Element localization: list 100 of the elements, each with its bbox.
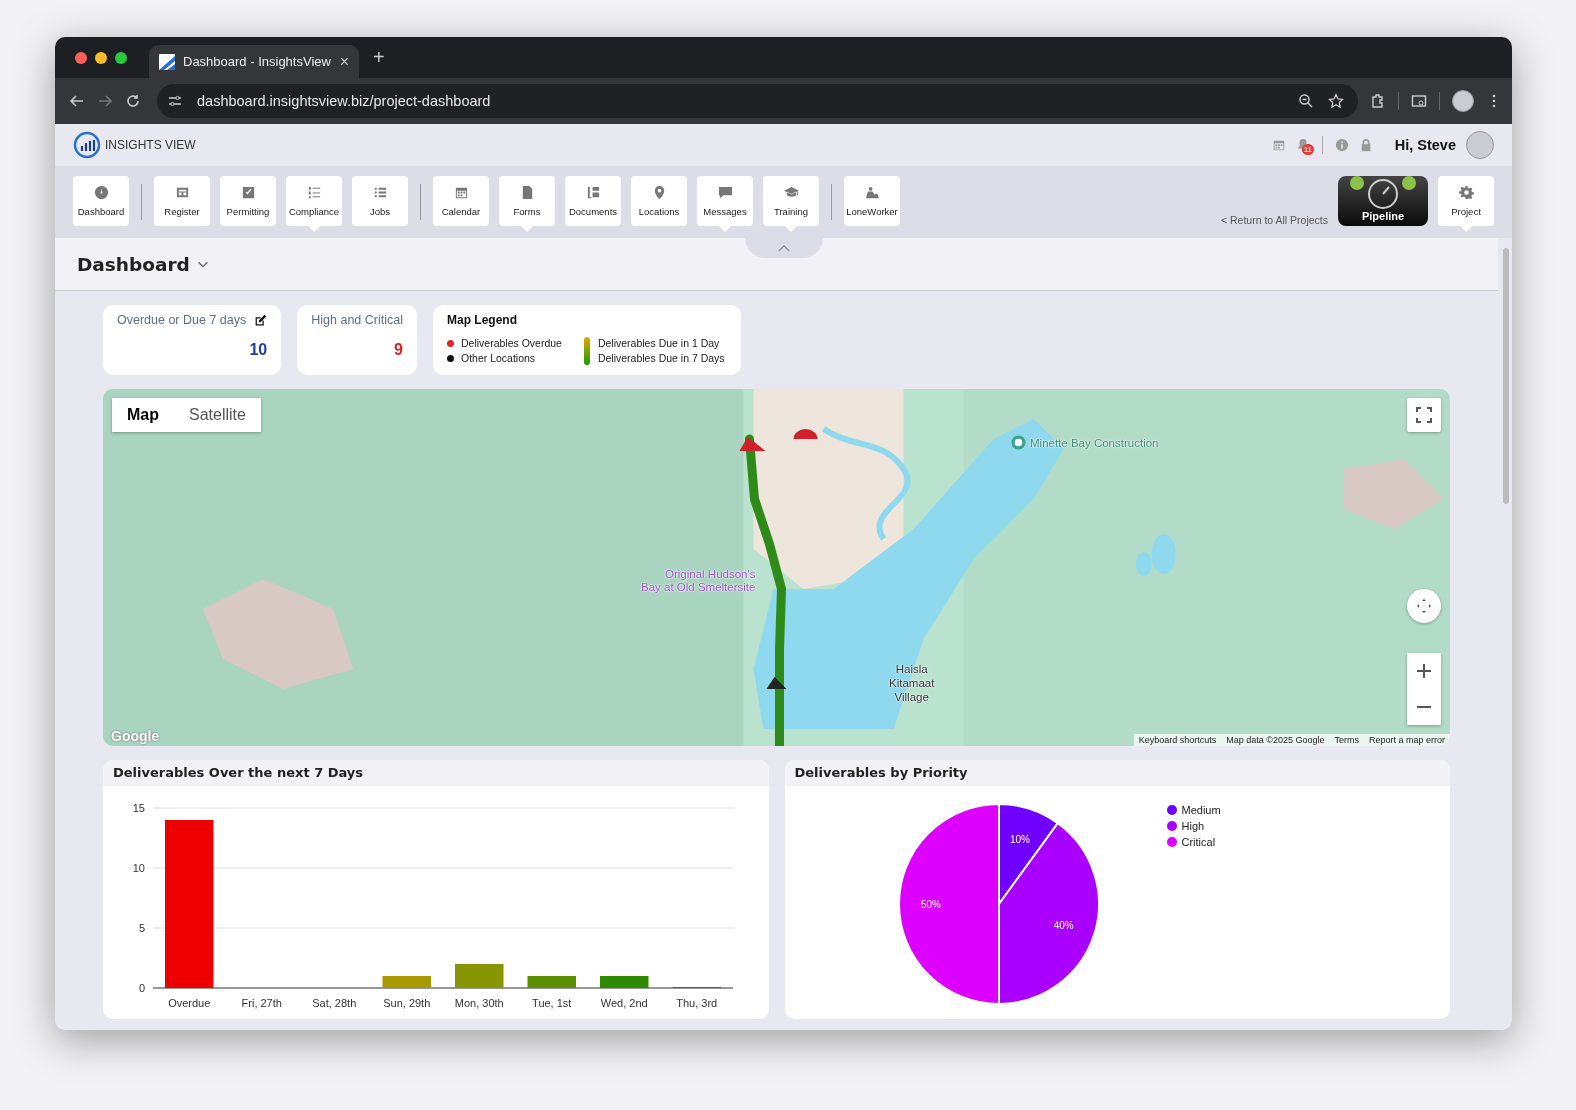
edit-icon[interactable] [254,313,268,327]
slice-label: 10% [1009,834,1030,846]
category-label: Overdue [168,997,211,1009]
toolbar-button[interactable]: Locations [631,176,687,226]
axis-tick-label: 0 [138,982,145,994]
category-label: Wed, 2nd [600,997,648,1009]
toolbar-button[interactable]: Permitting [220,176,276,226]
return-link[interactable]: < Return to All Projects [1220,214,1328,226]
close-window-icon[interactable] [75,51,87,64]
legend-label: Other Locations [460,352,536,364]
scrollbar[interactable] [1503,248,1509,504]
reload-icon[interactable] [125,93,141,109]
minimize-window-icon[interactable] [95,51,107,64]
logo-icon [73,131,101,159]
gauge-icon [93,185,109,200]
toolbar-button[interactable]: LoneWorker [844,176,900,226]
tab-title: Dashboard - InsightsView [183,54,332,69]
site-settings-icon[interactable] [167,93,183,109]
card-title: High and Critical [311,313,403,327]
url-text: dashboard.insightsview.biz/project-dashboard [197,93,491,109]
check-icon [240,185,256,200]
back-icon[interactable] [69,93,85,109]
category-label: Sat, 28th [312,997,357,1009]
logo-icon [159,53,175,70]
attribution-link[interactable]: Terms [1329,734,1364,746]
legend-label: Medium [1181,804,1221,816]
extensions-icon[interactable] [1370,93,1386,109]
bar [600,976,649,988]
fullscreen-button[interactable] [1407,398,1441,432]
toolbar-button[interactable]: Register [154,176,210,226]
category-label: Fri, 27th [241,997,282,1009]
forward-icon[interactable] [97,93,113,109]
axis-tick-label: 15 [132,802,145,814]
toolbar-button[interactable]: Calendar [433,176,489,226]
toolbar-button[interactable]: Dashboard [73,176,129,226]
slice-label: 50% [920,899,941,910]
chat-icon [717,185,733,200]
map-pin-icon[interactable] [1011,435,1026,450]
legend-dot [1166,821,1177,831]
bar [455,964,504,988]
minus-icon [1416,706,1432,708]
cap-icon [783,185,799,200]
panel-title: Deliverables Over the next 7 Days [103,760,769,786]
map-type-tab[interactable]: Satellite [174,398,261,432]
browser-tab[interactable]: Dashboard - InsightsView × [149,45,359,78]
notification-badge: 11 [1301,144,1315,155]
legend-dot [1166,837,1177,847]
toolbar-button[interactable]: Jobs [352,176,408,226]
user-greeting: Hi, Steve [1394,137,1456,153]
card-value: 9 [394,341,403,359]
zoom-window-icon[interactable] [115,51,127,64]
card-value: 10 [249,341,268,359]
legend-label: Deliverables Due in 7 Days [597,352,725,364]
folders-icon [585,185,601,200]
worker-icon [864,185,880,200]
axis-tick-label: 10 [132,862,145,874]
numlist-icon [306,185,322,200]
zoom-icon[interactable] [1298,93,1314,109]
map-view[interactable]: Map Satellite Minette Bay Construction Original Hudson's Bay at Old Smeltersite Haisla Kitamaat Village Google Keyboard shortcuts Map data ©2025 Google Terms Report a map error [103,389,1450,746]
logo-text: INSIGHTS VIEW [105,138,196,152]
toolbar-button[interactable]: Documents [565,176,621,226]
bookmark-star-icon[interactable] [1328,93,1344,109]
close-tab-button[interactable]: × [339,52,349,71]
list-icon [372,185,388,200]
project-badge-button[interactable]: Pipeline [1338,176,1428,226]
profile-avatar[interactable] [1452,90,1474,112]
attribution-link[interactable]: Map data ©2025 Google [1221,734,1330,746]
axis-tick-label: 5 [138,922,145,934]
calendar-icon [453,185,469,200]
bar [382,976,431,988]
category-label: Mon, 30th [454,997,504,1009]
settings-icon [1458,185,1474,200]
zoom-out-button[interactable] [1407,689,1441,725]
card-title: Overdue or Due 7 days [117,313,247,327]
page-title[interactable]: Dashboard [77,253,190,275]
category-label: Sun, 29th [383,997,431,1009]
panel-title: Deliverables by Priority [784,760,1450,786]
attribution-link[interactable]: Report a map error [1363,734,1450,746]
map-type-tab[interactable]: Map [112,398,174,432]
gradient-bar [583,337,590,365]
new-tab-button[interactable]: + [373,46,385,69]
table-icon [174,185,190,200]
chevron-up-icon [777,243,791,253]
attribution-link[interactable]: Keyboard shortcuts [1133,734,1222,746]
address-bar[interactable]: dashboard.insightsview.biz/project-dashboard [157,84,1358,118]
legend-title: Map Legend [446,313,518,327]
slice-label: 40% [1053,920,1074,931]
zoom-in-button[interactable] [1407,653,1441,689]
arrows-icon [1416,598,1432,614]
tab-search-icon[interactable] [1411,93,1427,109]
category-label: Tue, 1st [532,997,572,1009]
plus-icon [1416,663,1432,679]
legend-label: Critical [1181,836,1216,848]
fullscreen-icon [1416,407,1432,423]
map-label: Haisla Kitamaat Village [889,663,935,705]
category-label: Thu, 3rd [676,997,718,1009]
bar [527,976,576,988]
legend-label: High [1181,820,1205,832]
legend-dot [1166,805,1177,815]
legend-label: Deliverables Overdue [460,337,562,349]
